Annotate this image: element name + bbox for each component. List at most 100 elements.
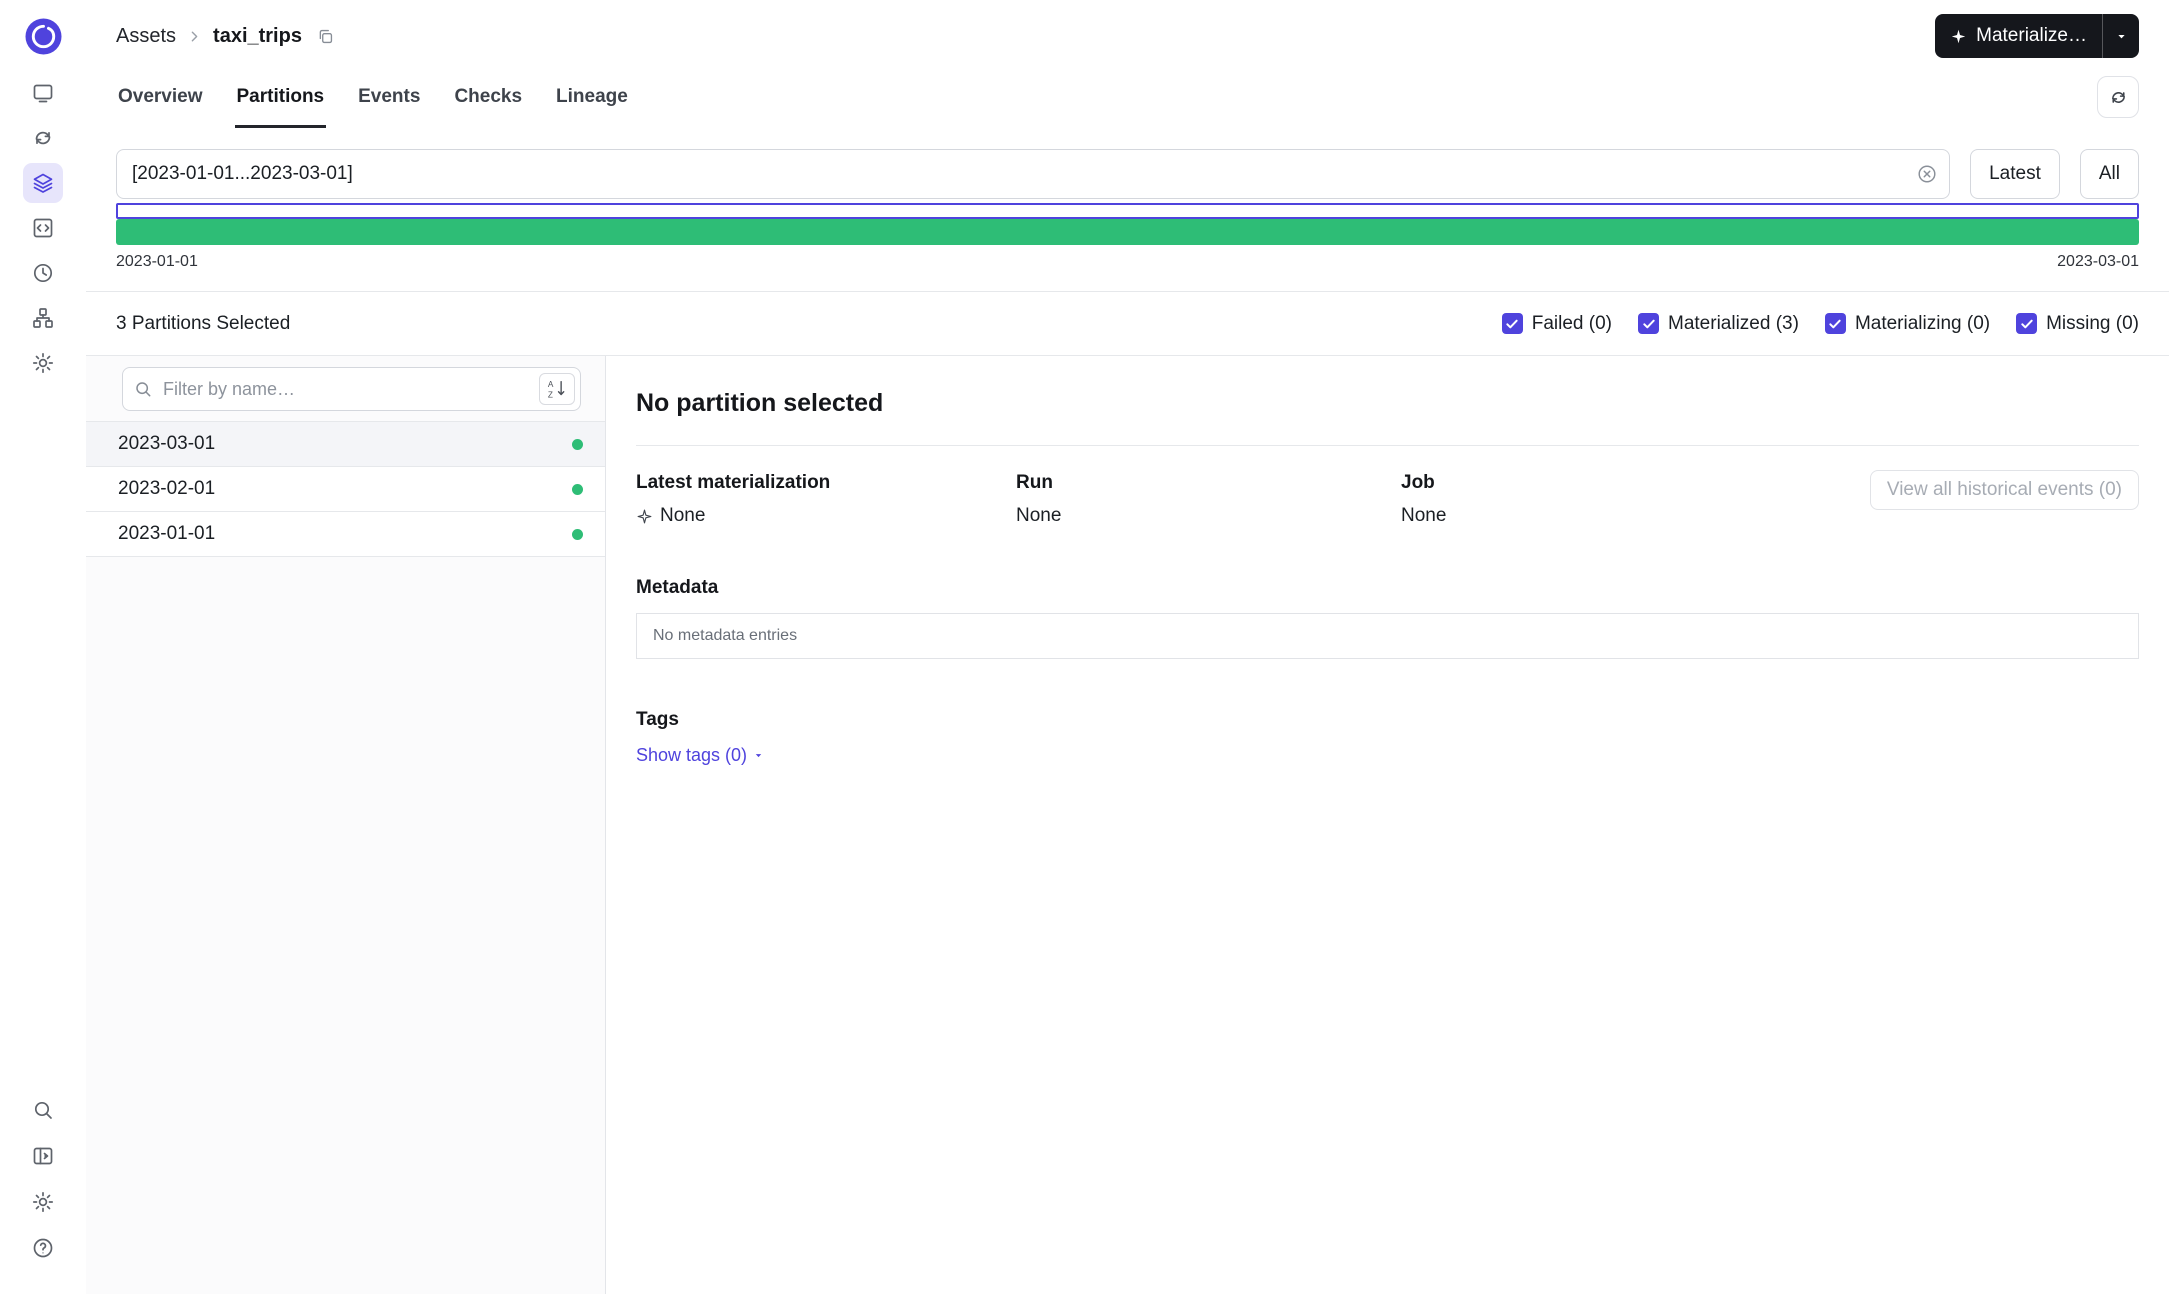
runs-icon[interactable] bbox=[23, 118, 63, 158]
checkbox-checked-icon[interactable] bbox=[1502, 313, 1523, 334]
breadcrumb: Assets taxi_trips bbox=[116, 25, 337, 48]
partition-name: 2023-03-01 bbox=[118, 433, 215, 455]
status-filter-failed[interactable]: Failed (0) bbox=[1502, 313, 1612, 335]
main-content: Assets taxi_trips Materialize… bbox=[86, 0, 2169, 1294]
latest-materialization-label: Latest materialization bbox=[636, 472, 1016, 494]
collapse-sidebar-icon[interactable] bbox=[23, 1136, 63, 1176]
materialized-status-dot bbox=[572, 439, 583, 450]
metadata-heading: Metadata bbox=[636, 577, 2139, 599]
partition-list-panel: AZ 2023-03-01 2023-02-01 2023-01-01 bbox=[86, 356, 606, 1294]
all-button[interactable]: All bbox=[2080, 149, 2139, 199]
sidebar-bottom-group bbox=[23, 1090, 63, 1294]
caret-down-icon bbox=[2114, 29, 2129, 44]
graph-icon[interactable] bbox=[23, 298, 63, 338]
asset-tabs: Overview Partitions Events Checks Lineag… bbox=[86, 66, 2169, 128]
copy-icon bbox=[316, 27, 335, 46]
latest-button[interactable]: Latest bbox=[1970, 149, 2060, 199]
show-tags-label: Show tags (0) bbox=[636, 745, 747, 766]
asset-header: Assets taxi_trips Materialize… bbox=[86, 0, 2169, 58]
metadata-empty-box: No metadata entries bbox=[636, 613, 2139, 659]
partition-row[interactable]: 2023-01-01 bbox=[86, 512, 605, 557]
partition-health-bar[interactable] bbox=[116, 219, 2139, 245]
deployment-icon[interactable] bbox=[23, 343, 63, 383]
status-filters: Failed (0) Materialized (3) Materializin… bbox=[1502, 313, 2139, 335]
chevron-right-icon bbox=[186, 28, 203, 45]
tab-checks[interactable]: Checks bbox=[452, 66, 524, 128]
status-filter-label: Materializing (0) bbox=[1855, 313, 1990, 335]
partition-range-input[interactable] bbox=[116, 149, 1950, 199]
partition-detail-panel: No partition selected Latest materializa… bbox=[606, 356, 2169, 1294]
help-icon[interactable] bbox=[23, 1228, 63, 1268]
materialize-dropdown-button[interactable] bbox=[2103, 14, 2139, 58]
tags-heading: Tags bbox=[636, 709, 2139, 731]
materialize-button-label: Materialize… bbox=[1976, 25, 2087, 47]
clear-range-button[interactable] bbox=[1916, 163, 1938, 185]
sparkle-icon bbox=[1950, 28, 1967, 45]
status-filter-label: Missing (0) bbox=[2046, 313, 2139, 335]
overview-icon[interactable] bbox=[23, 73, 63, 113]
breadcrumb-assets-link[interactable]: Assets bbox=[116, 25, 176, 48]
refresh-icon bbox=[2108, 87, 2129, 108]
clear-circle-x-icon bbox=[1916, 173, 1938, 188]
job-value: None bbox=[1401, 505, 1446, 527]
tab-partitions[interactable]: Partitions bbox=[235, 66, 327, 128]
checkbox-checked-icon[interactable] bbox=[1825, 313, 1846, 334]
latest-materialization-text: None bbox=[660, 505, 705, 527]
run-label: Run bbox=[1016, 472, 1401, 494]
materialize-button[interactable]: Materialize… bbox=[1935, 14, 2102, 58]
view-historical-events-button[interactable]: View all historical events (0) bbox=[1870, 470, 2139, 510]
status-filter-materialized[interactable]: Materialized (3) bbox=[1638, 313, 1799, 335]
svg-text:Z: Z bbox=[548, 390, 553, 399]
materialized-status-dot bbox=[572, 529, 583, 540]
partition-range-input-wrap bbox=[116, 149, 1950, 199]
materialized-status-dot bbox=[572, 484, 583, 495]
dagster-logo[interactable] bbox=[25, 18, 62, 55]
partition-rows: 2023-03-01 2023-02-01 2023-01-01 bbox=[86, 421, 605, 557]
metadata-empty-text: No metadata entries bbox=[653, 627, 797, 645]
sort-az-icon: AZ bbox=[546, 378, 568, 400]
caret-down-icon bbox=[752, 749, 765, 762]
detail-title: No partition selected bbox=[636, 389, 2139, 418]
partition-row[interactable]: 2023-03-01 bbox=[86, 422, 605, 467]
materialization-info-row: Latest materialization None Run None bbox=[636, 472, 2139, 527]
partition-name: 2023-01-01 bbox=[118, 523, 215, 545]
partition-row[interactable]: 2023-02-01 bbox=[86, 467, 605, 512]
app-page: Assets taxi_trips Materialize… bbox=[0, 0, 2169, 1294]
detail-divider bbox=[636, 445, 2139, 446]
partition-filter-input[interactable] bbox=[122, 367, 581, 411]
settings-icon[interactable] bbox=[23, 1182, 63, 1222]
show-tags-link[interactable]: Show tags (0) bbox=[636, 745, 765, 766]
status-filter-missing[interactable]: Missing (0) bbox=[2016, 313, 2139, 335]
partitions-content: AZ 2023-03-01 2023-02-01 2023-01-01 bbox=[86, 356, 2169, 1294]
partition-range-row: Latest All bbox=[86, 149, 2169, 199]
run-value: None bbox=[1016, 505, 1401, 527]
schedules-icon[interactable] bbox=[23, 253, 63, 293]
checkbox-checked-icon[interactable] bbox=[2016, 313, 2037, 334]
materialize-split-button: Materialize… bbox=[1935, 14, 2139, 58]
range-start-label: 2023-01-01 bbox=[116, 253, 198, 271]
partition-selection-rect bbox=[116, 203, 2139, 219]
jobs-icon[interactable] bbox=[23, 208, 63, 248]
status-filter-materializing[interactable]: Materializing (0) bbox=[1825, 313, 1990, 335]
copy-asset-name-button[interactable] bbox=[314, 25, 337, 48]
job-col: Job None bbox=[1401, 472, 1446, 527]
latest-materialization-value: None bbox=[636, 505, 1016, 527]
latest-materialization-col: Latest materialization None bbox=[636, 472, 1016, 527]
status-filter-label: Materialized (3) bbox=[1668, 313, 1799, 335]
asset-name: taxi_trips bbox=[213, 25, 302, 48]
sort-alphabetical-button[interactable]: AZ bbox=[539, 373, 575, 405]
search-icon bbox=[133, 379, 153, 399]
job-label: Job bbox=[1401, 472, 1446, 494]
refresh-button[interactable] bbox=[2097, 76, 2139, 118]
assets-icon[interactable] bbox=[23, 163, 63, 203]
search-icon[interactable] bbox=[23, 1090, 63, 1130]
tab-overview[interactable]: Overview bbox=[116, 66, 205, 128]
range-end-label: 2023-03-01 bbox=[2057, 253, 2139, 271]
tab-lineage[interactable]: Lineage bbox=[554, 66, 630, 128]
partitions-selected-count: 3 Partitions Selected bbox=[116, 313, 290, 335]
checkbox-checked-icon[interactable] bbox=[1638, 313, 1659, 334]
icon-sidebar bbox=[0, 0, 86, 1294]
selection-summary-row: 3 Partitions Selected Failed (0) Materia… bbox=[86, 292, 2169, 356]
tab-events[interactable]: Events bbox=[356, 66, 422, 128]
svg-text:A: A bbox=[548, 380, 554, 389]
